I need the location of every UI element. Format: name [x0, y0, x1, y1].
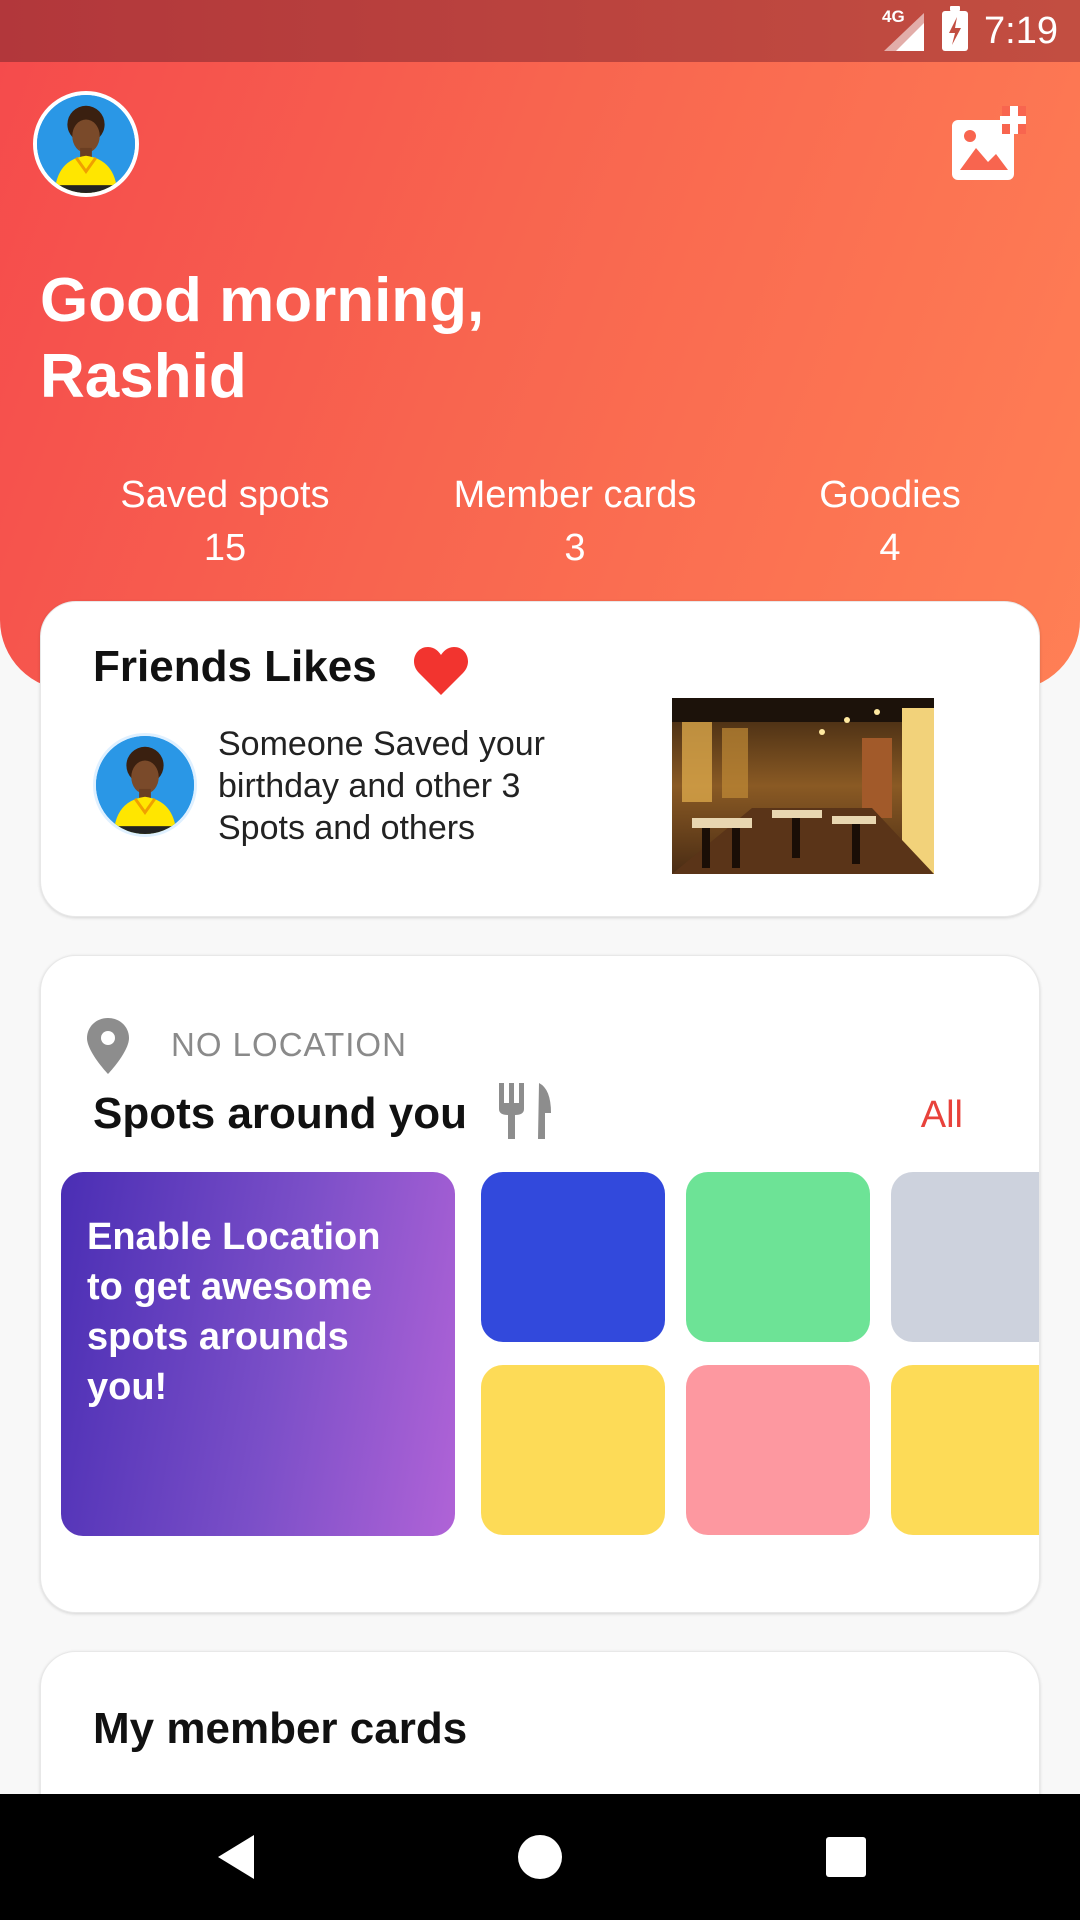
stat-value: 4 [879, 527, 901, 569]
friend-avatar-icon [93, 733, 197, 837]
restaurant-image[interactable] [672, 698, 934, 874]
navigation-bar [0, 1794, 1080, 1920]
friend-activity-text: Someone Saved your birthday and other 3 … [218, 725, 545, 847]
battery-icon [942, 6, 969, 51]
member-cards-title: My member cards [93, 1704, 468, 1753]
home-icon[interactable] [510, 1827, 570, 1887]
location-pin-icon [87, 1018, 129, 1074]
user-name: Rashid [40, 342, 247, 411]
stat-goodies[interactable]: Goodies 4 [800, 470, 980, 576]
enable-location-tile[interactable]: Enable Location to get awesome spots aro… [61, 1172, 455, 1536]
enable-location-text: Enable Location to get awesome spots aro… [87, 1216, 381, 1408]
spot-tile[interactable] [891, 1365, 1039, 1535]
stat-member-cards[interactable]: Member cards 3 [440, 470, 710, 576]
spot-tile[interactable] [686, 1172, 870, 1342]
status-time: 7:19 [984, 9, 1058, 52]
status-bar: 4G 7:19 [0, 0, 1080, 62]
app-screen: 4G 7:19 Good morning, Rashid Saved spots… [0, 0, 1080, 1920]
spots-title: Spots around you [93, 1089, 467, 1138]
all-spots-link[interactable]: All [921, 1094, 963, 1137]
spot-tile[interactable] [891, 1172, 1039, 1342]
stat-value: 3 [564, 527, 586, 569]
spot-tile[interactable] [481, 1172, 665, 1342]
recent-apps-icon[interactable] [816, 1827, 876, 1887]
stat-label: Saved spots [120, 474, 330, 516]
spots-card: NO LOCATION Spots around you All Enable … [40, 955, 1040, 1613]
greeting-heading: Good morning, Rashid [40, 263, 600, 415]
greeting-text: Good morning, [40, 266, 485, 335]
network-type: 4G [882, 7, 905, 26]
stat-value: 15 [203, 527, 247, 569]
user-avatar-icon[interactable] [33, 91, 139, 197]
back-icon[interactable] [208, 1827, 268, 1887]
heart-icon [413, 645, 469, 697]
friends-likes-card[interactable]: Friends Likes Someone Saved your birthda… [40, 601, 1040, 917]
cell-signal-icon: 4G [880, 7, 926, 53]
status-icons: 4G 7:19 [880, 0, 1058, 62]
spot-tile[interactable] [686, 1365, 870, 1535]
add-photo-icon[interactable] [952, 106, 1026, 180]
fork-knife-icon [499, 1083, 553, 1139]
stat-label: Member cards [453, 474, 697, 516]
location-status[interactable]: NO LOCATION [171, 1026, 407, 1064]
spot-tile[interactable] [481, 1365, 665, 1535]
stat-label: Goodies [819, 474, 961, 516]
friends-likes-title: Friends Likes [93, 642, 377, 691]
stat-saved-spots[interactable]: Saved spots 15 [110, 470, 340, 576]
